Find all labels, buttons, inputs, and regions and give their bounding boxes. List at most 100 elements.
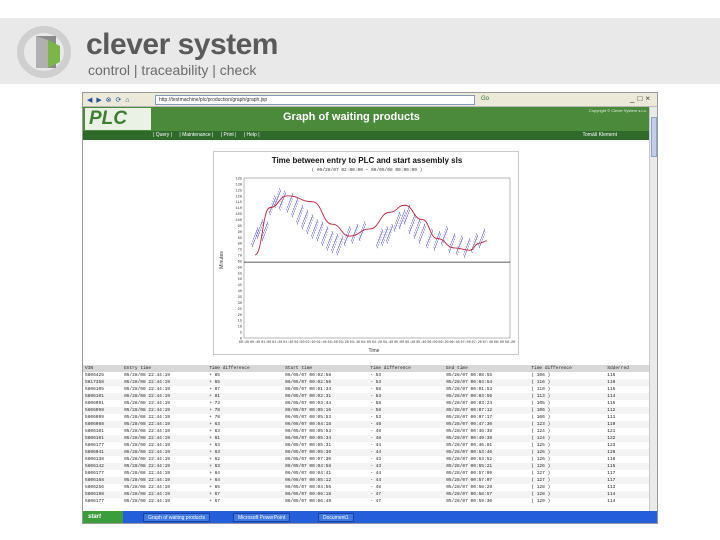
table-row[interactable]: 5806177 05/28/08 22:44:19 + 64 06/05/07 00:… xyxy=(83,470,649,477)
table-cell: + 78 xyxy=(209,415,221,420)
table-row[interactable]: 5806168 05/28/08 22:44:19 + 64 06/05/07 00:… xyxy=(83,477,649,484)
address-input[interactable]: http://testmachine/plc/production/graph/… xyxy=(155,95,475,105)
table-cell: - 44 xyxy=(370,471,382,476)
chart-subtitle: ( 05/28/07 02:00:00 – 06/05/08 09:00:00 … xyxy=(312,167,423,173)
x-tick-label: 07:20 xyxy=(472,341,482,345)
table-row[interactable]: 5806099 05/28/08 22:44:19 + 78 06/05/07 00:… xyxy=(83,414,649,421)
x-tick-label: 06:00 xyxy=(427,341,437,345)
y-tick-label: 120 xyxy=(236,195,242,199)
table-row[interactable]: 5806425 05/28/08 22:44:19 + 85 06/05/07 00:… xyxy=(83,372,649,379)
y-tick-label: 75 xyxy=(238,249,242,253)
vertical-scrollbar[interactable] xyxy=(649,107,657,511)
table-row[interactable]: 5806256 05/28/08 22:44:19 + 65 06/05/07 00:… xyxy=(83,484,649,491)
table-row[interactable]: 5806041 05/28/08 22:44:19 + 63 06/05/07 00:… xyxy=(83,449,649,456)
table-row[interactable]: 5806101 05/28/08 22:44:19 + 63 06/05/07 00:… xyxy=(83,428,649,435)
menu-item-print[interactable]: | Print | xyxy=(221,132,237,138)
window-controls-icon[interactable]: _□× xyxy=(630,94,653,103)
x-tick-label: 05:40 xyxy=(416,341,426,345)
x-tick-label: 03:40 xyxy=(350,341,360,345)
table-cell: 5806177 xyxy=(85,499,104,504)
menu-item-maintenance[interactable]: | Maintenance | xyxy=(179,132,213,138)
scrollbar-thumb[interactable] xyxy=(651,117,657,157)
column-header: Entry time xyxy=(122,365,208,372)
table-cell: 117 xyxy=(605,477,649,484)
table-cell: 115 xyxy=(607,387,616,392)
table-cell: 06/05/07 00:02:31 xyxy=(283,393,369,400)
y-tick-label: 50 xyxy=(238,278,242,282)
y-tick-label: 60 xyxy=(238,266,242,270)
waiting-products-table: VIN Entry time Time difference Start time Ti… xyxy=(83,365,649,511)
table-cell: 05/28/08 22:44:19 xyxy=(122,435,208,442)
table-row[interactable]: 5806138 05/28/08 22:44:19 + 62 06/05/07 00:… xyxy=(83,456,649,463)
browser-toolbar: ◀ ▶ ⊗ ⟳ ⌂ http://testmachine/plc/product… xyxy=(83,93,657,107)
table-cell: 05/28/07 00:47:30 xyxy=(444,421,530,428)
table-cell: 05/28/08 22:44:19 xyxy=(122,449,208,456)
table-cell: + 87 xyxy=(209,387,221,392)
table-cell: 06/05/07 00:04:18 xyxy=(283,421,369,428)
table-row[interactable]: 5806101 05/28/08 22:44:19 + 61 06/05/07 00:… xyxy=(83,435,649,442)
table-row[interactable]: 5806101 05/28/08 22:44:19 + 81 06/05/07 00:… xyxy=(83,393,649,400)
taskbar-item[interactable]: Document1 xyxy=(318,513,354,522)
taskbar-item[interactable]: Graph of waiting products xyxy=(143,513,210,522)
go-button[interactable]: Go xyxy=(481,96,489,102)
table-cell: 05/28/08 22:44:19 xyxy=(124,471,170,476)
table-row[interactable]: 5806177 05/28/08 22:44:19 + 63 06/05/07 00:… xyxy=(83,442,649,449)
table-cell: + 63 xyxy=(207,463,284,470)
table-row[interactable]: 5806142 05/28/08 22:44:19 + 63 06/05/07 00:… xyxy=(83,463,649,470)
table-cell: 06/05/07 00:05:12 xyxy=(283,477,369,484)
table-cell: - 44 xyxy=(368,477,445,484)
table-cell: 05/28/07 00:46:01 xyxy=(446,443,493,448)
table-cell: ( 106 ) xyxy=(529,407,606,414)
table-cell: 5806101 xyxy=(83,393,123,400)
table-cell: + 63 xyxy=(207,421,284,428)
table-cell: 06/05/07 00:04:41 xyxy=(285,471,332,476)
waiting-products-chart: Time between entry to PLC and start asse… xyxy=(219,156,515,354)
table-cell: 05/28/07 00:03:56 xyxy=(444,393,530,400)
table-cell: 5806091 xyxy=(85,401,104,406)
table-cell: ( 126 ) xyxy=(531,457,551,462)
plot-area xyxy=(243,177,511,339)
menu-item-query[interactable]: | Query | xyxy=(153,132,172,138)
table-cell: 05/28/07 00:55:21 xyxy=(444,463,530,470)
table-row[interactable]: 5806088 05/28/08 22:44:19 + 63 06/05/07 00:… xyxy=(83,421,649,428)
table-cell: 05/28/08 22:44:19 xyxy=(122,463,208,470)
table-cell: + 61 xyxy=(207,435,284,442)
table-cell: 05/28/08 22:44:19 xyxy=(124,443,170,448)
x-tick-label: 08:20 xyxy=(505,341,515,345)
table-cell: 112 xyxy=(605,407,649,414)
table-cell: 5806168 xyxy=(83,477,123,484)
application-screenshot: ◀ ▶ ⊗ ⟳ ⌂ http://testmachine/plc/product… xyxy=(82,92,658,524)
table-cell: 5806138 xyxy=(85,457,104,462)
table-row[interactable]: 5806098 05/28/08 22:44:19 + 78 06/05/07 00:… xyxy=(83,407,649,414)
table-cell: 117 xyxy=(607,471,616,476)
table-cell: + 73 xyxy=(209,401,221,406)
table-cell: 115 xyxy=(605,463,649,470)
table-cell: 05/28/08 22:44:19 xyxy=(122,421,208,428)
y-tick-label: 85 xyxy=(238,237,242,241)
y-tick-label: 15 xyxy=(238,320,242,324)
table-cell: + 81 xyxy=(207,393,284,400)
browser-nav-buttons[interactable]: ◀ ▶ ⊗ ⟳ ⌂ xyxy=(87,96,131,104)
table-cell: 06/05/07 00:07:30 xyxy=(285,457,332,462)
table-cell: + 64 xyxy=(207,477,284,484)
table-cell: 05/28/08 22:44:19 xyxy=(124,485,170,490)
table-row[interactable]: 5817358 05/28/08 22:44:19 + 65 06/05/07 00:… xyxy=(83,379,649,386)
table-row[interactable]: 5806198 05/28/08 22:44:19 + 67 06/05/07 00:… xyxy=(83,491,649,498)
x-tick-label: 03:20 xyxy=(339,341,349,345)
table-cell: + 64 xyxy=(209,471,221,476)
table-cell: - 48 xyxy=(370,429,382,434)
column-header: Time difference xyxy=(368,365,445,372)
table-row[interactable]: 5806177 05/28/08 22:44:19 + 67 06/05/07 00:… xyxy=(83,498,649,505)
table-row[interactable]: 5806091 05/28/08 22:44:19 + 73 06/05/07 00:… xyxy=(83,400,649,407)
x-tick-label: 02:00 xyxy=(294,341,304,345)
app-menu: | Query | | Maintenance | | Print | | He… xyxy=(83,131,657,140)
table-cell: 5806177 xyxy=(85,443,104,448)
table-cell: - 58 xyxy=(370,401,382,406)
taskbar-item[interactable]: Microsoft PowerPoint xyxy=(233,513,291,522)
table-row[interactable]: 5806105 05/28/08 22:44:19 + 87 06/05/07 00:… xyxy=(83,386,649,393)
start-button[interactable]: start xyxy=(83,511,123,523)
x-tick-label: 07:00 xyxy=(461,341,471,345)
table-cell: - 47 xyxy=(368,491,445,498)
table-cell: 06/05/07 00:02:56 xyxy=(283,379,369,386)
menu-item-help[interactable]: | Help | xyxy=(244,132,260,138)
